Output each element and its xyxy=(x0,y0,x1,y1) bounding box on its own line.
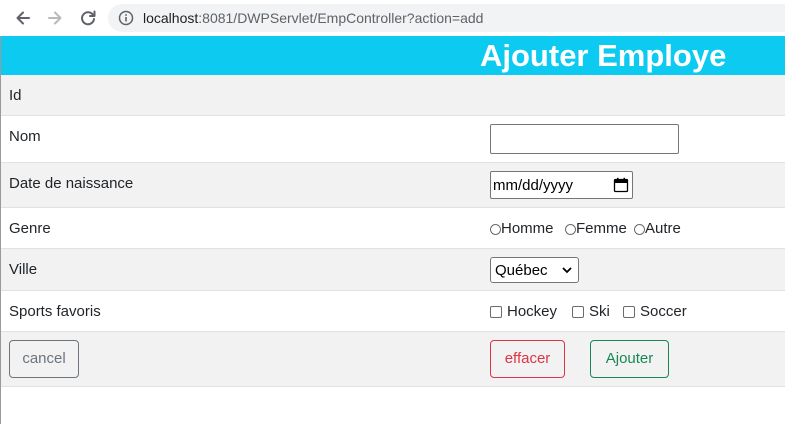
calendar-icon[interactable] xyxy=(613,177,629,193)
sports-label: Sports favoris xyxy=(9,303,101,320)
genre-option-label: Femme xyxy=(576,220,627,237)
birthdate-label: Date de naissance xyxy=(9,175,134,192)
sport-option-label: Ski xyxy=(589,303,610,320)
ville-selected-value: Québec xyxy=(495,262,548,279)
ville-label: Ville xyxy=(9,261,38,278)
form-row-genre: Genre Homme Femme Autre xyxy=(1,208,785,249)
genre-option-label: Homme xyxy=(501,220,554,237)
sport-option-ski[interactable]: Ski xyxy=(572,303,610,321)
sport-option-label: Soccer xyxy=(640,303,687,320)
arrow-right-icon xyxy=(48,11,62,25)
sport-option-hockey[interactable]: Hockey xyxy=(490,303,557,321)
birthdate-input[interactable]: mm/dd/yyyy xyxy=(490,171,633,199)
genre-option-femme[interactable]: Femme xyxy=(565,220,627,238)
cancel-button[interactable]: cancel xyxy=(9,340,79,378)
form-row-sports: Sports favoris Hockey Ski Soccer xyxy=(1,291,785,332)
radio-femme[interactable] xyxy=(565,223,576,235)
back-button[interactable] xyxy=(11,6,35,30)
nom-label: Nom xyxy=(9,128,41,145)
nom-input[interactable] xyxy=(490,124,679,154)
url-text[interactable]: localhost:8081/DWPServlet/EmpController?… xyxy=(143,10,483,26)
checkbox-ski[interactable] xyxy=(572,306,584,318)
form-actions-row: cancel effacer Ajouter xyxy=(1,332,785,387)
page-header-banner: Ajouter Employe xyxy=(1,36,785,75)
clear-button[interactable]: effacer xyxy=(490,340,565,378)
id-label: Id xyxy=(9,87,22,104)
checkbox-soccer[interactable] xyxy=(623,306,635,318)
genre-option-homme[interactable]: Homme xyxy=(490,220,554,238)
checkbox-hockey[interactable] xyxy=(490,306,502,318)
info-icon[interactable] xyxy=(118,10,134,26)
form-row-nom: Nom xyxy=(1,116,785,163)
reload-button[interactable] xyxy=(76,6,100,30)
genre-option-autre[interactable]: Autre xyxy=(634,220,681,238)
genre-label: Genre xyxy=(9,220,51,237)
browser-toolbar: localhost:8081/DWPServlet/EmpController?… xyxy=(0,0,785,37)
genre-option-label: Autre xyxy=(645,220,681,237)
url-path: :8081/DWPServlet/EmpController?action=ad… xyxy=(198,10,484,26)
reload-icon xyxy=(81,10,96,26)
sport-option-label: Hockey xyxy=(507,303,558,320)
address-bar[interactable]: localhost:8081/DWPServlet/EmpController?… xyxy=(108,4,785,32)
sport-option-soccer[interactable]: Soccer xyxy=(623,303,687,321)
forward-button[interactable] xyxy=(43,6,67,30)
page-title: Ajouter Employe xyxy=(480,38,727,73)
url-host: localhost xyxy=(143,10,199,26)
radio-autre[interactable] xyxy=(634,223,645,235)
form-row-birthdate: Date de naissance mm/dd/yyyy xyxy=(1,163,785,208)
arrow-left-icon xyxy=(16,11,30,25)
form-row-id: Id xyxy=(1,75,785,116)
page-content: Ajouter Employe Id Nom Date de naissance… xyxy=(0,36,785,424)
radio-homme[interactable] xyxy=(490,223,501,235)
chevron-down-icon xyxy=(562,267,572,274)
add-button[interactable]: Ajouter xyxy=(590,340,669,378)
ville-select[interactable]: Québec xyxy=(490,257,579,283)
birthdate-placeholder: mm/dd/yyyy xyxy=(493,177,574,194)
form-row-ville: Ville Québec xyxy=(1,249,785,291)
